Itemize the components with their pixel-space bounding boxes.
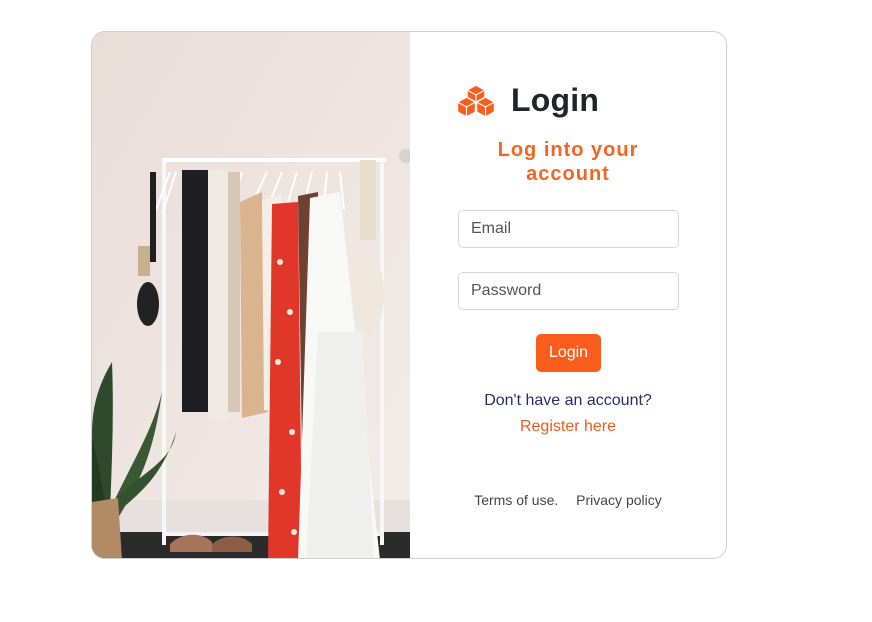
register-link[interactable]: Register here xyxy=(410,418,726,436)
login-button[interactable]: Login xyxy=(536,334,601,372)
footer-links: Terms of use. Privacy policy xyxy=(410,492,726,508)
login-card: Login Log into your account Login Don't … xyxy=(91,31,727,559)
brand-header: Login xyxy=(457,82,599,119)
privacy-policy-link[interactable]: Privacy policy xyxy=(576,492,662,508)
no-account-prompt: Don't have an account? xyxy=(484,392,652,409)
page-title: Login xyxy=(511,82,600,118)
login-form-panel: Login Log into your account Login Don't … xyxy=(410,32,726,558)
clothing-rack-photo xyxy=(92,32,410,558)
email-field[interactable] xyxy=(458,210,679,248)
subtitle-line-1: Log into your xyxy=(497,139,639,161)
form-subtitle: Log into your account xyxy=(410,138,726,186)
subtitle-line-2: account xyxy=(526,163,610,185)
cubes-icon xyxy=(457,83,495,118)
terms-link[interactable]: Terms of use. xyxy=(474,492,558,508)
password-field[interactable] xyxy=(458,272,679,310)
